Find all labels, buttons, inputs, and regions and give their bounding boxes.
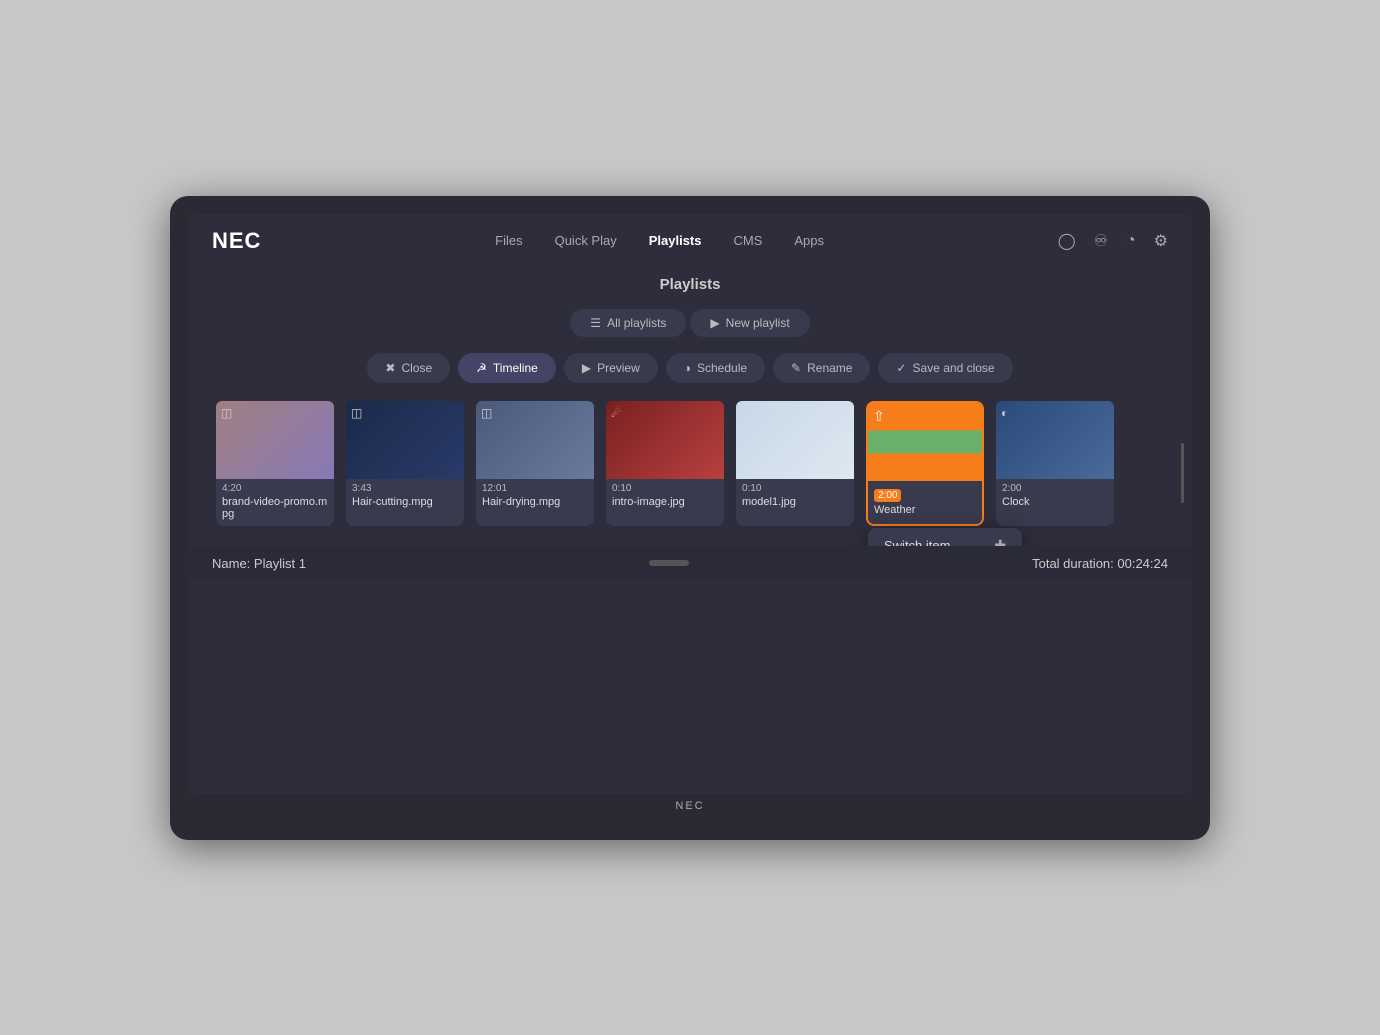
clock-icon: ◐ bbox=[1001, 406, 1008, 420]
video-icon: ◫ bbox=[221, 406, 232, 420]
playlist-area: ◫ 4:20 brand-video-promo.mpg ◫ 3:43 bbox=[188, 401, 1192, 546]
nec-logo: NEC bbox=[212, 228, 261, 254]
item-thumbnail: ☄ bbox=[606, 401, 724, 479]
bottom-bar: Name: Playlist 1 Total duration: 00:24:2… bbox=[188, 546, 1192, 581]
nav-links: Files Quick Play Playlists CMS Apps bbox=[495, 233, 824, 248]
item-duration: 2:00 bbox=[874, 489, 901, 502]
playlist-name: Name: Playlist 1 bbox=[212, 556, 306, 571]
nav-quickplay[interactable]: Quick Play bbox=[555, 233, 617, 248]
playlist-item[interactable]: ◫ 3:43 Hair-cutting.mpg bbox=[346, 401, 464, 526]
section-title: Playlists bbox=[188, 268, 1192, 297]
item-name: brand-video-promo.mpg bbox=[222, 496, 328, 520]
schedule-button[interactable]: ◑ Schedule bbox=[666, 353, 765, 383]
item-duration: 12:01 bbox=[482, 483, 588, 494]
schedule-icon: ◑ bbox=[684, 361, 691, 375]
globe-icon[interactable]: ♾ bbox=[1094, 231, 1108, 251]
rename-button[interactable]: ✎ Rename bbox=[773, 353, 870, 383]
item-duration: 3:43 bbox=[352, 483, 458, 494]
close-icon: ✖ bbox=[385, 361, 395, 375]
scrollbar[interactable] bbox=[1181, 443, 1184, 503]
close-button[interactable]: ✖ Close bbox=[367, 353, 450, 383]
item-name: Hair-cutting.mpg bbox=[352, 496, 458, 508]
save-close-button[interactable]: ✓ Save and close bbox=[878, 353, 1012, 383]
all-playlists-label: All playlists bbox=[607, 316, 666, 330]
image-icon: ☄ bbox=[611, 406, 622, 420]
playlist-item[interactable]: ☄ 0:10 intro-image.jpg bbox=[606, 401, 724, 526]
item-name: Clock bbox=[1002, 496, 1108, 508]
image-icon: ☄ bbox=[741, 406, 752, 420]
new-playlist-tab[interactable]: ▶ New playlist bbox=[690, 309, 809, 337]
weather-playlist-item[interactable]: ⇧ 2:00 Weather Switch item ✚ Duration bbox=[866, 401, 984, 526]
brand-label: NEC bbox=[188, 800, 1192, 812]
all-playlists-tab[interactable]: ☰ All playlists bbox=[570, 309, 686, 337]
item-thumbnail: ◫ bbox=[216, 401, 334, 479]
nav-files[interactable]: Files bbox=[495, 233, 522, 248]
list-icon: ☰ bbox=[590, 316, 601, 330]
item-name: intro-image.jpg bbox=[612, 496, 718, 508]
context-menu: Switch item ✚ Duration 03:00 ✖ Reorder bbox=[868, 528, 1022, 546]
nav-apps[interactable]: Apps bbox=[794, 233, 824, 248]
item-name: model1.jpg bbox=[742, 496, 848, 508]
video-icon: ◫ bbox=[351, 406, 362, 420]
rename-icon: ✎ bbox=[791, 361, 801, 375]
header-icons: ◯ ♾ ◔ ⚙ bbox=[1058, 231, 1168, 251]
save-icon: ✓ bbox=[896, 361, 906, 375]
header: NEC Files Quick Play Playlists CMS Apps … bbox=[188, 214, 1192, 268]
nav-playlists[interactable]: Playlists bbox=[649, 233, 702, 248]
item-duration: 0:10 bbox=[612, 483, 718, 494]
item-thumbnail: ◫ bbox=[346, 401, 464, 479]
playlist-item[interactable]: ☄ 0:10 model1.jpg bbox=[736, 401, 854, 526]
item-name: Weather bbox=[874, 504, 976, 516]
total-duration: Total duration: 00:24:24 bbox=[1032, 556, 1168, 571]
add-icon: ✚ bbox=[994, 537, 1006, 546]
widget-icon: ⇧ bbox=[873, 408, 885, 425]
nav-cms[interactable]: CMS bbox=[734, 233, 763, 248]
plus-icon: ▶ bbox=[710, 316, 719, 330]
item-duration: 2:00 bbox=[1002, 483, 1108, 494]
item-thumbnail: ◫ bbox=[476, 401, 594, 479]
item-thumbnail: ⇧ bbox=[868, 403, 982, 481]
user-icon[interactable]: ◯ bbox=[1058, 231, 1076, 251]
toolbar: ✖ Close ☭ Timeline ▶ Preview ◑ Schedule … bbox=[188, 345, 1192, 401]
ctx-switch-label: Switch item bbox=[884, 538, 950, 546]
playlist-item[interactable]: ◫ 12:01 Hair-drying.mpg bbox=[476, 401, 594, 526]
item-thumbnail: ☄ bbox=[736, 401, 854, 479]
wifi-icon[interactable]: ◔ bbox=[1126, 232, 1136, 250]
drag-handle[interactable] bbox=[649, 560, 689, 566]
playlist-item[interactable]: ◫ 4:20 brand-video-promo.mpg bbox=[216, 401, 334, 526]
new-playlist-label: New playlist bbox=[726, 316, 790, 330]
timeline-icon: ☭ bbox=[476, 361, 487, 375]
item-duration: 0:10 bbox=[742, 483, 848, 494]
preview-icon: ▶ bbox=[582, 361, 591, 375]
item-thumbnail: ◐ bbox=[996, 401, 1114, 479]
timeline-button[interactable]: ☭ Timeline bbox=[458, 353, 556, 383]
item-duration: 4:20 bbox=[222, 483, 328, 494]
clock-playlist-item[interactable]: ◐ 2:00 Clock bbox=[996, 401, 1114, 526]
item-name: Hair-drying.mpg bbox=[482, 496, 588, 508]
ctx-switch-item[interactable]: Switch item ✚ bbox=[868, 528, 1022, 546]
video-icon: ◫ bbox=[481, 406, 492, 420]
tabs-row: ☰ All playlists ▶ New playlist bbox=[188, 297, 1192, 345]
settings-icon[interactable]: ⚙ bbox=[1154, 231, 1168, 251]
preview-button[interactable]: ▶ Preview bbox=[564, 353, 658, 383]
